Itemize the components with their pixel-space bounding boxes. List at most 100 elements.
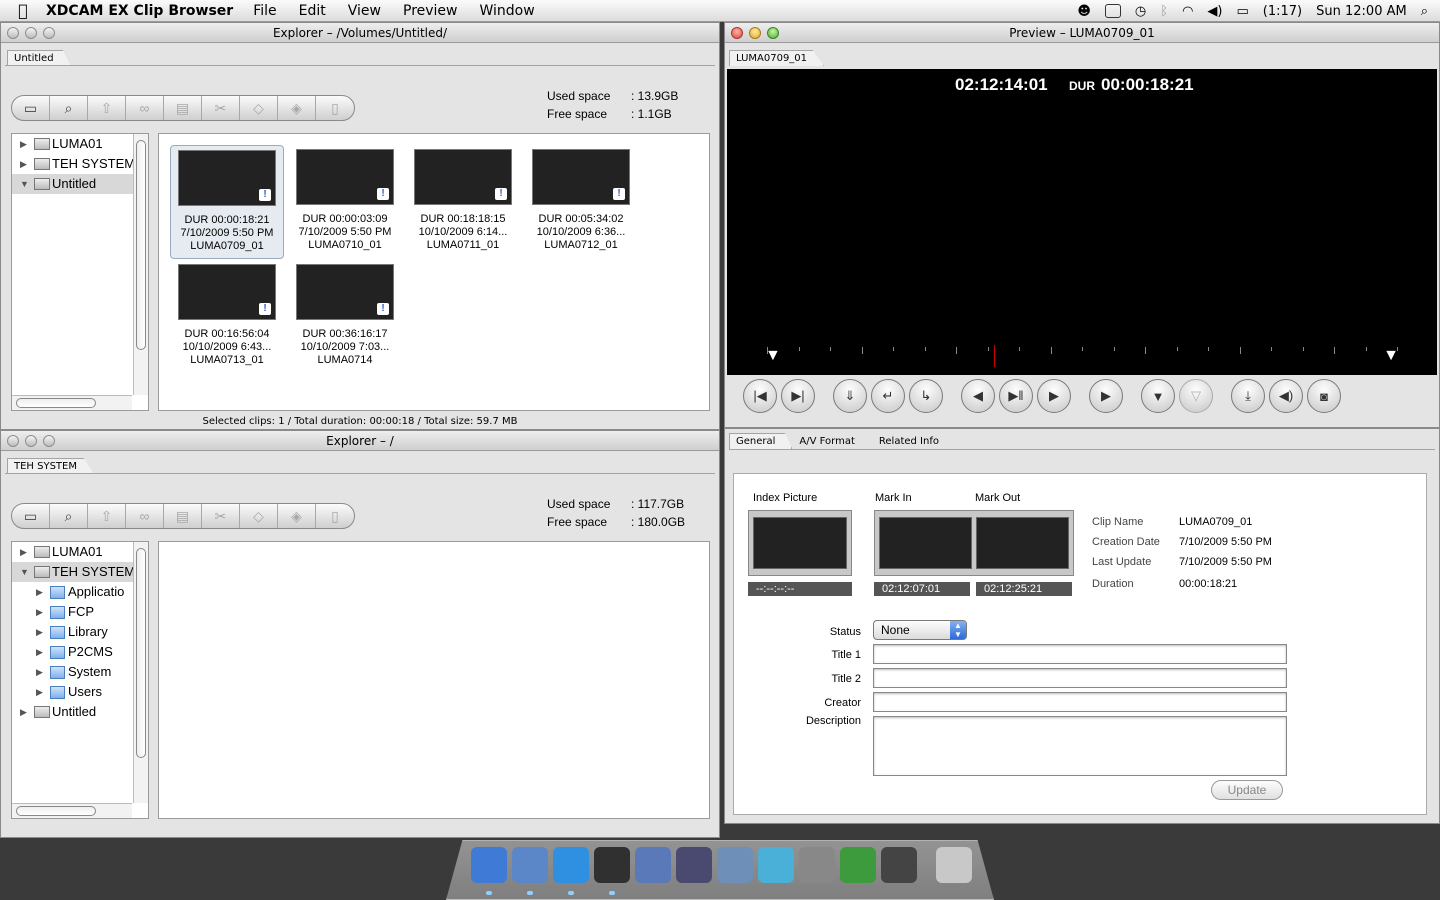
- menu-file[interactable]: File: [253, 3, 276, 19]
- creator-field[interactable]: [873, 692, 1287, 712]
- close-button[interactable]: [7, 435, 19, 447]
- title1-field[interactable]: [873, 644, 1287, 664]
- go-to-start-icon[interactable]: |◀: [743, 379, 777, 413]
- up-arrow-icon[interactable]: ⇧: [88, 96, 126, 120]
- apple-icon[interactable]: : [0, 1, 46, 20]
- tab-untitled[interactable]: Untitled: [7, 50, 71, 66]
- tree-item-untitled[interactable]: ▶ Untitled: [12, 702, 148, 722]
- clip-thumbnail[interactable]: ! DUR 00:05:34:02 10/10/2009 6:36... LUM…: [524, 145, 638, 259]
- menu-preview[interactable]: Preview: [403, 3, 458, 19]
- tree-vertical-scrollbar[interactable]: [133, 134, 148, 395]
- search-icon[interactable]: ⌕: [50, 504, 88, 528]
- prev-clip-icon[interactable]: ⇓: [833, 379, 867, 413]
- tree-item-p2cms[interactable]: ▶ P2CMS: [12, 642, 148, 662]
- clip-thumbnail[interactable]: ! DUR 00:36:16:17 10/10/2009 7:03... LUM…: [288, 260, 402, 374]
- open-folder-icon[interactable]: ▭: [12, 504, 50, 528]
- disclosure-icon[interactable]: ▶: [36, 642, 43, 662]
- battery-time[interactable]: (1:17): [1263, 4, 1302, 19]
- disclosure-icon[interactable]: ▶: [20, 702, 27, 722]
- scissors-icon[interactable]: ✂: [202, 504, 240, 528]
- status-select[interactable]: None ▲ ▼: [873, 620, 967, 640]
- close-button[interactable]: [731, 27, 743, 39]
- eraser-icon[interactable]: ◈: [278, 96, 316, 120]
- audio-icon[interactable]: ◀): [1269, 379, 1303, 413]
- next-essence-mark-icon[interactable]: ↳: [909, 379, 943, 413]
- link-icon[interactable]: ∞: [126, 96, 164, 120]
- index-picture[interactable]: [748, 510, 852, 576]
- scissors-icon[interactable]: ✂: [202, 96, 240, 120]
- tree-item-applications[interactable]: ▶ Applicatio: [12, 582, 148, 602]
- clip-thumbnail[interactable]: ! DUR 00:16:56:04 10/10/2009 6:43... LUM…: [170, 260, 284, 374]
- tree-item-teh-system[interactable]: ▶ TEH SYSTEM: [12, 154, 148, 174]
- disclosure-open-icon[interactable]: ▼: [20, 562, 29, 582]
- preview-icon[interactable]: [635, 847, 671, 883]
- tab-teh-system[interactable]: TEH SYSTEM: [7, 458, 94, 474]
- disclosure-icon[interactable]: ▶: [20, 154, 27, 174]
- tree-item-luma01[interactable]: ▶ LUMA01: [12, 134, 148, 154]
- tab-related-info[interactable]: Related Info: [872, 433, 956, 449]
- menu-window[interactable]: Window: [480, 3, 535, 19]
- tree-item-teh-system[interactable]: ▼ TEH SYSTEM: [12, 562, 148, 582]
- tree-vertical-scrollbar[interactable]: [133, 542, 148, 803]
- disclosure-icon[interactable]: ▶: [36, 602, 43, 622]
- iphoto-icon[interactable]: [717, 847, 753, 883]
- tree-item-users[interactable]: ▶ Users: [12, 682, 148, 702]
- battery-icon[interactable]: ▭: [1237, 4, 1249, 19]
- disclosure-icon[interactable]: ▶: [20, 542, 27, 562]
- disclosure-icon[interactable]: ▶: [20, 134, 27, 154]
- step-forward-icon[interactable]: ▶: [1037, 379, 1071, 413]
- tree-item-system[interactable]: ▶ System: [12, 662, 148, 682]
- play-icon[interactable]: ▶: [1089, 379, 1123, 413]
- trash-icon[interactable]: [936, 847, 972, 883]
- trash-icon[interactable]: ▯: [316, 96, 354, 120]
- time-machine-icon[interactable]: ◷: [1135, 4, 1146, 19]
- zoom-button[interactable]: [767, 27, 779, 39]
- tree-item-luma01[interactable]: ▶ LUMA01: [12, 542, 148, 562]
- imovie-icon[interactable]: [676, 847, 712, 883]
- disclosure-icon[interactable]: ▶: [36, 582, 43, 602]
- import-icon[interactable]: ⤓: [1231, 379, 1265, 413]
- clip-thumbnail[interactable]: ! DUR 00:18:18:15 10/10/2009 6:14... LUM…: [406, 145, 520, 259]
- minimize-button[interactable]: [25, 27, 37, 39]
- disclosure-open-icon[interactable]: ▼: [20, 174, 29, 194]
- mark-out-icon[interactable]: ▽: [1179, 379, 1213, 413]
- tree-horizontal-scrollbar[interactable]: [12, 803, 132, 818]
- system-preferences-icon[interactable]: [799, 847, 835, 883]
- play-pause-icon[interactable]: ▶‖: [999, 379, 1033, 413]
- link-icon[interactable]: ∞: [126, 504, 164, 528]
- clip-thumbnail[interactable]: ! DUR 00:00:03:09 7/10/2009 5:50 PM LUMA…: [288, 145, 402, 259]
- disclosure-icon[interactable]: ▶: [36, 622, 43, 642]
- search-icon[interactable]: ⌕: [50, 96, 88, 120]
- itunes-icon[interactable]: [758, 847, 794, 883]
- tag-icon[interactable]: ◇: [240, 96, 278, 120]
- app-menu[interactable]: XDCAM EX Clip Browser: [46, 3, 233, 19]
- mark-in-picture[interactable]: [874, 510, 1074, 576]
- timeline-scrubber[interactable]: [767, 345, 1398, 367]
- zoom-button[interactable]: [43, 27, 55, 39]
- prev-essence-mark-icon[interactable]: ↵: [871, 379, 905, 413]
- video-preview[interactable]: 02:12:14:01 DUR 00:00:18:21 ▼ ▼: [727, 69, 1437, 375]
- spotlight-icon[interactable]: ⌕: [1421, 4, 1428, 19]
- volume-icon[interactable]: ◀): [1207, 4, 1222, 19]
- playhead[interactable]: [993, 345, 995, 367]
- wifi-icon[interactable]: ◠: [1182, 4, 1193, 19]
- eraser-icon[interactable]: ◈: [278, 504, 316, 528]
- camcorder-icon[interactable]: [881, 847, 917, 883]
- safari-icon[interactable]: [553, 847, 589, 883]
- tree-item-fcp[interactable]: ▶ FCP: [12, 602, 148, 622]
- go-to-end-icon[interactable]: ▶|: [781, 379, 815, 413]
- minimize-button[interactable]: [25, 435, 37, 447]
- camera-icon[interactable]: ◙: [1307, 379, 1341, 413]
- mark-in-icon[interactable]: ▼: [1141, 379, 1175, 413]
- display-icon[interactable]: [1104, 4, 1121, 18]
- menu-edit[interactable]: Edit: [299, 3, 326, 19]
- select-all-icon[interactable]: ▤: [164, 504, 202, 528]
- tree-item-untitled[interactable]: ▼ Untitled: [12, 174, 148, 194]
- zoom-button[interactable]: [43, 435, 55, 447]
- trash-icon[interactable]: ▯: [316, 504, 354, 528]
- tab-luma0709[interactable]: LUMA0709_01: [729, 50, 825, 66]
- description-field[interactable]: [873, 716, 1287, 776]
- close-button[interactable]: [7, 27, 19, 39]
- minimize-button[interactable]: [749, 27, 761, 39]
- menu-view[interactable]: View: [348, 3, 381, 19]
